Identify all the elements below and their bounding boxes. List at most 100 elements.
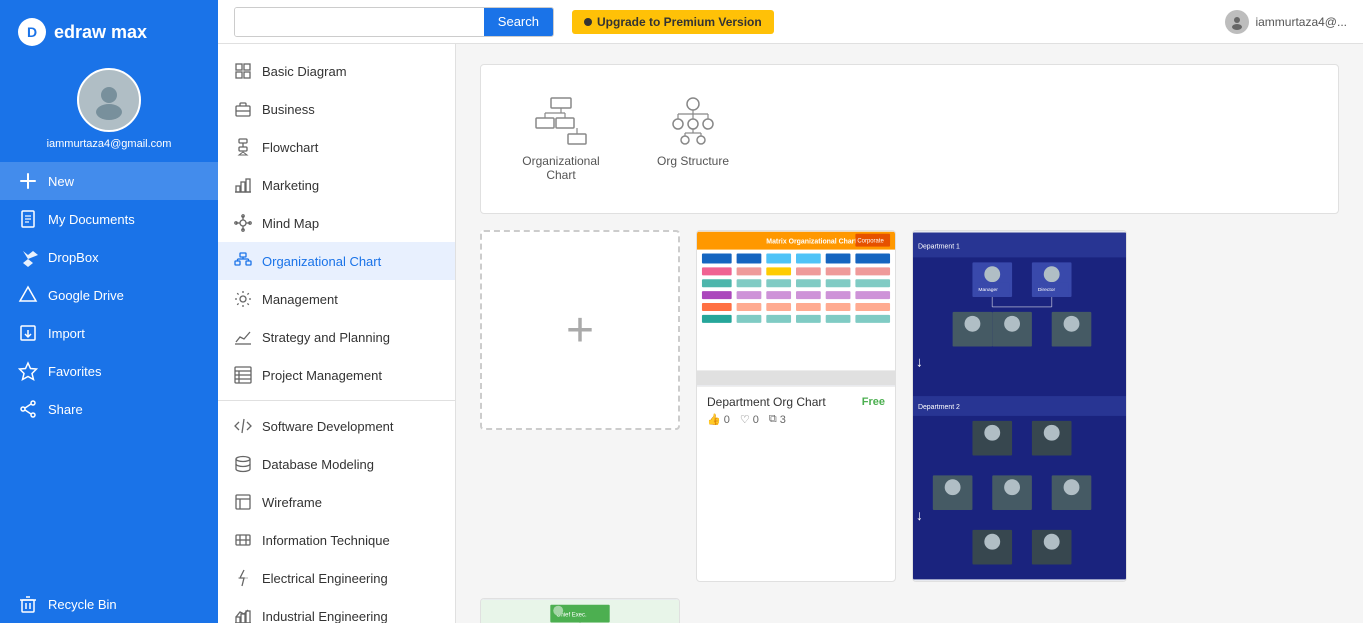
menu-item-flowchart[interactable]: Flowchart (218, 128, 455, 166)
template-card-dept-org[interactable]: Matrix Organizational Chart Corporate (696, 230, 896, 582)
template-icon-org-chart[interactable]: Organizational Chart (501, 85, 621, 193)
new-icon (18, 171, 38, 191)
template-icons-row: Organizational Chart Org Struc (480, 64, 1339, 214)
trash-icon (18, 594, 38, 614)
menu-item-basic-diagram[interactable]: Basic Diagram (218, 52, 455, 90)
mind-map-icon (234, 214, 252, 232)
org-chart-label: Organizational Chart (512, 154, 610, 182)
sidebar-nav: New My Documents DropBox Google Drive Im… (0, 162, 218, 428)
menu-strategy-label: Strategy and Planning (262, 330, 390, 345)
bar-chart-icon (234, 176, 252, 194)
import-icon (18, 323, 38, 343)
org-structure-label: Org Structure (657, 154, 729, 168)
menu-item-industrial[interactable]: Industrial Engineering (218, 597, 455, 623)
sidebar: D edraw max iammurtaza4@gmail.com New My… (0, 0, 218, 623)
menu-item-marketing[interactable]: Marketing (218, 166, 455, 204)
drive-icon (18, 285, 38, 305)
new-template-card[interactable]: + (480, 230, 680, 430)
menu-marketing-label: Marketing (262, 178, 319, 193)
user-email: iammurtaza4@gmail.com (39, 138, 180, 150)
app-name: edraw max (54, 22, 147, 43)
menu-item-mind-map[interactable]: Mind Map (218, 204, 455, 242)
code-icon (234, 417, 252, 435)
org-chart-thumb-icon (531, 96, 591, 146)
svg-text:Corporate: Corporate (857, 239, 884, 245)
menu-item-wireframe[interactable]: Wireframe (218, 483, 455, 521)
document-icon (18, 209, 38, 229)
dept-copies: ⧉ 3 (769, 413, 786, 426)
app-logo: D edraw max (0, 10, 218, 58)
svg-text:↓: ↓ (916, 353, 923, 369)
svg-text:Director: Director (1038, 287, 1056, 293)
sidebar-drive-label: Google Drive (48, 288, 124, 303)
sidebar-favorites-label: Favorites (48, 364, 101, 379)
menu-item-info-tech[interactable]: Information Technique (218, 521, 455, 559)
sidebar-recycle-label: Recycle Bin (48, 597, 117, 612)
wireframe-icon (234, 493, 252, 511)
upgrade-button[interactable]: Upgrade to Premium Version (572, 10, 774, 34)
grid-icon (234, 62, 252, 80)
briefcase-icon (234, 100, 252, 118)
info-icon (234, 531, 252, 549)
search-bar: Search (234, 7, 554, 37)
settings-icon (234, 290, 252, 308)
sidebar-item-share[interactable]: Share (0, 390, 218, 428)
search-button[interactable]: Search (484, 8, 553, 36)
template-icon-org-structure[interactable]: Org Structure (633, 85, 753, 193)
menu-management-label: Management (262, 292, 338, 307)
template-card-matrix-org[interactable]: Department 1 Manager Director (912, 230, 1127, 582)
menu-item-strategy[interactable]: Strategy and Planning (218, 318, 455, 356)
templates-grid: + Matrix Organizational Chart Corporate (480, 230, 1339, 623)
flowchart-icon (234, 138, 252, 156)
svg-text:Matrix Organizational Chart: Matrix Organizational Chart (766, 239, 857, 246)
menu-item-software[interactable]: Software Development (218, 407, 455, 445)
menu-item-management[interactable]: Management (218, 280, 455, 318)
sidebar-item-google-drive[interactable]: Google Drive (0, 276, 218, 314)
menu-electrical-label: Electrical Engineering (262, 571, 388, 586)
sidebar-item-favorites[interactable]: Favorites (0, 352, 218, 390)
dept-hearts: ♡ 0 (740, 413, 759, 426)
menu-mind-map-label: Mind Map (262, 216, 319, 231)
menu-item-electrical[interactable]: Electrical Engineering (218, 559, 455, 597)
main-content: Organizational Chart Org Struc (456, 44, 1363, 623)
dept-org-stats: 👍 0 ♡ 0 ⧉ 3 (707, 413, 885, 426)
sidebar-item-recycle-bin[interactable]: Recycle Bin (0, 585, 218, 623)
sidebar-docs-label: My Documents (48, 212, 135, 227)
menu-item-business[interactable]: Business (218, 90, 455, 128)
middle-menu: Basic Diagram Business Flowchart Marketi… (218, 44, 456, 623)
svg-text:Department 1: Department 1 (918, 243, 960, 250)
search-input[interactable] (235, 8, 484, 36)
template-card-market-org[interactable]: Chief Exec. VP Sales VP Mktg VP Ops (480, 598, 680, 623)
menu-database-label: Database Modeling (262, 457, 374, 472)
org-chart-icon (234, 252, 252, 270)
industrial-icon (234, 607, 252, 623)
database-icon (234, 455, 252, 473)
svg-text:Manager: Manager (978, 287, 998, 293)
electrical-icon (234, 569, 252, 587)
menu-item-org-chart[interactable]: Organizational Chart (218, 242, 455, 280)
dept-org-title: Department Org Chart (707, 395, 826, 409)
topbar: Search Upgrade to Premium Version iammur… (218, 0, 1363, 44)
menu-software-label: Software Development (262, 419, 394, 434)
star-icon (18, 361, 38, 381)
sidebar-item-my-documents[interactable]: My Documents (0, 200, 218, 238)
user-avatar-area: iammurtaza4@gmail.com (39, 58, 180, 158)
menu-project-label: Project Management (262, 368, 382, 383)
sidebar-item-import[interactable]: Import (0, 314, 218, 352)
new-plus-icon: + (566, 303, 594, 358)
dept-org-info: Department Org Chart Free 👍 0 ♡ 0 ⧉ 3 (697, 386, 895, 432)
menu-item-database[interactable]: Database Modeling (218, 445, 455, 483)
org-structure-thumb-icon (663, 96, 723, 146)
dept-org-preview: Matrix Organizational Chart Corporate (697, 231, 895, 386)
sidebar-item-new[interactable]: New (0, 162, 218, 200)
strategy-icon (234, 328, 252, 346)
user-profile[interactable]: iammurtaza4@... (1225, 10, 1347, 34)
menu-item-project[interactable]: Project Management (218, 356, 455, 394)
sidebar-dropbox-label: DropBox (48, 250, 99, 265)
sidebar-item-dropbox[interactable]: DropBox (0, 238, 218, 276)
menu-basic-diagram-label: Basic Diagram (262, 64, 347, 79)
user-label: iammurtaza4@... (1255, 15, 1347, 29)
menu-industrial-label: Industrial Engineering (262, 609, 388, 623)
market-org-thumb: Chief Exec. VP Sales VP Mktg VP Ops (481, 599, 679, 623)
user-avatar-small (1225, 10, 1249, 34)
